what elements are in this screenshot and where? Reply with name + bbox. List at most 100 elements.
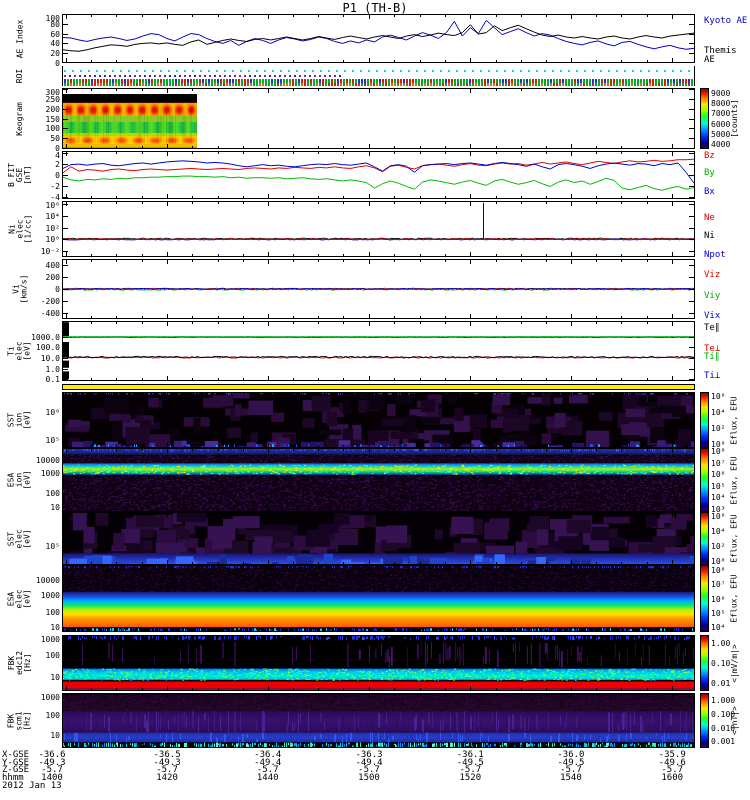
temp-plot: [62, 321, 695, 381]
fbk_b-plot: [62, 693, 695, 748]
qbar-plot: [62, 384, 695, 390]
vi-ytick: -400: [40, 309, 60, 318]
ae-ytick: 40: [50, 39, 60, 49]
ni-ytick: 10⁻²: [40, 247, 60, 257]
esa_ion-cb-tick: 10⁵: [711, 481, 726, 491]
sst_ion-colorbar: [700, 392, 709, 448]
ni-ytick: 10⁴: [45, 211, 60, 221]
sst_ion-ytick: 10⁶: [45, 407, 60, 417]
ni-series-label: Npot: [704, 249, 726, 260]
keogram-cb-unit-wrap: [counts]: [727, 88, 741, 149]
ae-ytick: 20: [50, 49, 60, 59]
keogram-colorbar: [700, 88, 709, 149]
fbk_b-cb-unit: <|nT|>: [729, 706, 739, 735]
vi-ytick: 400: [45, 261, 60, 270]
ylabel-roi: ROI: [0, 66, 40, 86]
keogram-ytick: 100: [45, 124, 60, 134]
bfit-series-label: By: [704, 168, 715, 179]
themis-summary-plot: P1 (TH-B) 2012 Jan 13 AE Index 100 80 60 40 2…: [0, 0, 750, 800]
esa_elec-cb-unit: Eflux, EFU: [729, 574, 739, 623]
sst_ion-ytick: 10⁵: [45, 435, 60, 445]
sst_elec-cb-tick: 10⁰: [711, 556, 726, 566]
ae-ytick: 60: [50, 29, 60, 39]
esa_elec-ytick: 10000: [35, 575, 60, 585]
vi-series-label: Viz: [704, 270, 721, 281]
bfit-plot: [62, 151, 695, 199]
esa_ion-ytick: 10000: [35, 456, 60, 466]
keogram-ytick: 250: [45, 94, 60, 104]
ae-series-label: Themis AE: [704, 46, 737, 66]
esa_ion-cb-tick: 10⁴: [711, 493, 726, 503]
esa_elec-ytick: 100: [45, 607, 60, 617]
axis-value-hhmm: 1400: [41, 772, 63, 783]
fbk_b-colorbar: [700, 693, 709, 748]
bfit-series-label: Bx: [704, 186, 715, 197]
temp-ytick: 100.0: [35, 343, 60, 353]
fbk_e-plot: [62, 635, 695, 691]
sst_elec-ytick: 10⁵: [45, 542, 60, 552]
temp-series-label: Ti∥: [704, 352, 720, 362]
axis-value-hhmm: 1500: [358, 772, 380, 783]
axis-value-hhmm: 1420: [156, 772, 178, 783]
ae-ytick: 80: [50, 19, 60, 29]
bfit-ytick: 4: [55, 151, 60, 160]
vi-series-label: Vix: [704, 311, 721, 321]
sst_elec-cb-unit-wrap: Eflux, EFU: [727, 512, 741, 565]
esa_elec-cb-tick: 10⁶: [711, 594, 726, 604]
ae-series-label: Kyoto AE: [704, 15, 748, 26]
keogram-ytick: 50: [50, 134, 60, 144]
esa_elec-cb-tick: 10⁸: [711, 566, 726, 576]
ni-series-label: Ne: [704, 213, 715, 223]
fbk_e-cb-unit: <|mV/m|>: [729, 643, 739, 683]
esa_ion-plot: [62, 448, 695, 512]
fbk_b-ytick: 100: [45, 711, 60, 720]
keogram-cb-unit: [counts]: [729, 99, 739, 138]
axis-value-hhmm: 1540: [560, 772, 582, 783]
fbk_e-ytick: 10: [50, 673, 60, 682]
esa_ion-ytick: 1000: [40, 468, 60, 478]
page-title: P1 (TH-B): [342, 1, 408, 15]
esa_ion-colorbar: [700, 448, 709, 512]
temp-ytick: 1.0: [45, 364, 60, 374]
ni-plot: [62, 201, 695, 257]
axis-value-hhmm: 1440: [256, 772, 279, 783]
esa_elec-plot: [62, 565, 695, 632]
temp-series-label: Te∥: [704, 323, 720, 334]
ae-plot: [62, 14, 695, 63]
esa_ion-cb-tick: 10⁸: [711, 447, 726, 457]
temp-ytick: 1000.0: [31, 332, 60, 342]
fbk_b-cb-unit-wrap: <|nT|>: [727, 693, 741, 748]
sst_elec-cb-tick: 10⁴: [711, 527, 726, 537]
keogram-ytick: 150: [45, 114, 60, 124]
temp-ytick: 0.1: [45, 375, 60, 385]
roi-plot: [62, 66, 695, 86]
ni-ytick: 10²: [45, 223, 60, 233]
vi-ytick: -200: [40, 297, 60, 306]
bfit-ytick: 2: [55, 160, 60, 170]
keogram-ytick: 200: [45, 104, 60, 114]
axis-value-hhmm: 1600: [661, 772, 684, 783]
sst_elec-cb-tick: 10⁶: [711, 512, 726, 522]
fbk_e-cb-unit-wrap: <|mV/m|>: [727, 635, 741, 691]
roi-axis-title: ROI: [14, 68, 24, 84]
bfit-ytick: -2: [50, 181, 60, 191]
esa_ion-cb-unit-wrap: Eflux, EFU: [727, 448, 741, 512]
esa_ion-cb-tick: 10⁶: [711, 470, 726, 480]
ni-series-label: Ni: [704, 230, 715, 241]
temp-series-label: Ti⊥: [704, 371, 721, 382]
fbk_b-ytick: 10: [50, 730, 60, 740]
esa_ion-ytick: 100: [45, 488, 60, 498]
sst_ion-cb-tick: 10⁶: [711, 392, 726, 402]
sst_ion-cb-tick: 10²: [711, 423, 726, 433]
date-label: 2012 Jan 13: [2, 781, 62, 791]
esa_elec-cb-tick: 10⁵: [711, 608, 726, 618]
sst_ion-cb-unit: Eflux, EFU: [729, 395, 739, 445]
esa_ion-cb-tick: 10⁷: [711, 458, 726, 468]
sst_ion-cb-tick: 10⁴: [711, 408, 726, 418]
bfit-ytick: 0: [55, 171, 60, 180]
esa_elec-cb-tick: 10⁷: [711, 580, 726, 590]
sst_elec-cb-tick: 10²: [711, 541, 726, 551]
ylabel-sst_elec: SST elec [eV]: [0, 512, 40, 565]
esa_elec-cb-tick: 10⁴: [711, 622, 726, 632]
fbk_e-ytick: 100: [45, 651, 60, 661]
